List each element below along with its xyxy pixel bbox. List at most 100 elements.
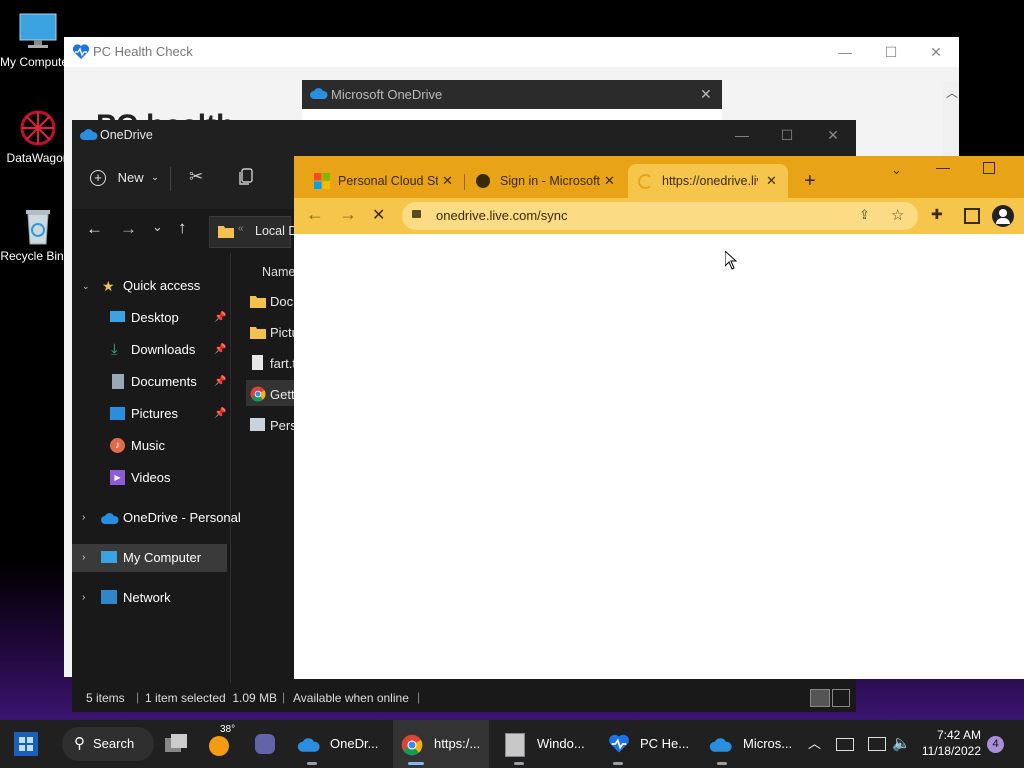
- nav-item-network[interactable]: › Network: [72, 584, 230, 612]
- pictures-icon: [110, 407, 125, 420]
- column-header-name[interactable]: Name: [262, 265, 295, 279]
- tab-sign-in-microsoft[interactable]: Sign in - Microsoft ✕: [470, 164, 622, 198]
- nav-item-downloads[interactable]: ⤓ Downloads 📌: [72, 336, 230, 364]
- chevron-up-icon[interactable]: ︿: [808, 720, 821, 768]
- url-text[interactable]: onedrive.live.com/sync: [436, 208, 568, 223]
- folder-icon: [250, 295, 266, 308]
- running-indicator: [307, 762, 317, 765]
- chevron-down-icon[interactable]: ⌄: [82, 272, 90, 300]
- maximize-button[interactable]: [983, 162, 995, 174]
- close-button[interactable]: ✕: [700, 86, 712, 103]
- close-button[interactable]: ✕: [913, 37, 959, 67]
- nav-label: Documents: [131, 374, 197, 389]
- search-box[interactable]: ⚲ Search: [62, 727, 154, 761]
- network-status-icon[interactable]: [868, 737, 886, 751]
- plus-icon: +: [90, 169, 106, 186]
- taskbar-app-chrome[interactable]: https:/...: [393, 720, 489, 768]
- taskbar-app-windows-installer[interactable]: Windo...: [499, 720, 595, 768]
- taskbar-app-label: PC He...: [640, 736, 690, 751]
- start-button[interactable]: [14, 732, 38, 756]
- maximize-button[interactable]: ☐: [764, 120, 810, 150]
- tab-personal-cloud-storage[interactable]: Personal Cloud Sto ✕: [308, 164, 460, 198]
- installer-icon: [505, 733, 525, 757]
- tab-title: https://onedrive.liv: [662, 174, 758, 188]
- nav-item-pictures[interactable]: Pictures 📌: [72, 400, 230, 428]
- side-panel-icon[interactable]: [964, 208, 980, 224]
- minimize-button[interactable]: —: [822, 37, 868, 67]
- close-tab-icon[interactable]: ✕: [442, 164, 453, 198]
- copy-icon[interactable]: [238, 168, 254, 186]
- separator: |: [136, 690, 140, 704]
- tab-title: Personal Cloud Sto: [338, 174, 438, 188]
- up-arrow-icon[interactable]: ↑: [178, 218, 187, 238]
- recent-locations-icon[interactable]: ⌄: [152, 219, 163, 235]
- task-view-button[interactable]: [165, 732, 189, 756]
- new-button[interactable]: + New ⌄: [90, 169, 159, 186]
- share-icon[interactable]: ⇪: [859, 207, 870, 223]
- chevron-right-icon[interactable]: ›: [82, 504, 85, 532]
- nav-item-music[interactable]: ♪ Music: [72, 432, 230, 460]
- pane-divider[interactable]: [230, 253, 231, 683]
- folder-icon: [250, 326, 266, 339]
- teams-chat-button[interactable]: [253, 732, 277, 756]
- globe-icon: [476, 174, 490, 188]
- maximize-button[interactable]: ☐: [868, 37, 914, 67]
- nav-item-my-computer[interactable]: › My Computer: [72, 544, 227, 572]
- minimize-button[interactable]: —: [936, 159, 950, 175]
- new-button-label: New: [117, 170, 144, 186]
- chevron-right-icon[interactable]: ›: [82, 584, 85, 612]
- forward-arrow-icon[interactable]: →: [120, 219, 137, 239]
- tab-onedrive-sync[interactable]: https://onedrive.liv ✕: [628, 164, 788, 198]
- stop-loading-button[interactable]: ✕: [372, 205, 385, 225]
- nav-item-videos[interactable]: ▶ Videos: [72, 464, 230, 492]
- notification-badge[interactable]: 4: [987, 736, 1004, 753]
- details-view-icon[interactable]: [810, 689, 830, 707]
- nav-item-documents[interactable]: Documents 📌: [72, 368, 230, 396]
- nav-item-desktop[interactable]: Desktop 📌: [72, 304, 230, 332]
- taskbar-app-onedrive-explorer[interactable]: OneDr...: [292, 720, 388, 768]
- nav-item-onedrive[interactable]: › OneDrive - Personal: [72, 504, 241, 532]
- tab-search-icon[interactable]: ⌄: [891, 162, 902, 178]
- weather-widget[interactable]: 38°: [207, 720, 241, 768]
- minimize-button[interactable]: —: [719, 120, 765, 150]
- close-tab-icon[interactable]: ✕: [766, 164, 777, 198]
- profile-avatar[interactable]: [992, 205, 1014, 227]
- nav-item-quick-access[interactable]: ⌄ ★ Quick access: [72, 272, 230, 300]
- pin-icon: 📌: [214, 312, 227, 323]
- microsoft-logo-icon: [314, 173, 330, 189]
- new-tab-button[interactable]: +: [804, 170, 816, 193]
- network-icon: [101, 590, 117, 604]
- forward-button[interactable]: →: [339, 204, 357, 225]
- nav-label: My Computer: [123, 550, 202, 565]
- volume-icon[interactable]: 🔈: [892, 720, 911, 768]
- chrome-window: Personal Cloud Sto ✕ Sign in - Microsoft…: [294, 156, 1024, 679]
- tiles-view-icon[interactable]: [832, 689, 850, 707]
- monitor-icon: [18, 12, 58, 52]
- taskbar-app-label: Windo...: [537, 736, 585, 751]
- back-arrow-icon[interactable]: ←: [86, 219, 103, 239]
- scroll-up-icon[interactable]: ︿: [946, 84, 958, 101]
- taskbar-app-pc-health-check[interactable]: PC He...: [604, 720, 700, 768]
- file-name[interactable]: fart.t: [270, 356, 296, 371]
- address-bar[interactable]: onedrive.live.com/sync ⇪ ☆: [402, 202, 918, 230]
- tab-strip: Personal Cloud Sto ✕ Sign in - Microsoft…: [294, 156, 1024, 198]
- back-button[interactable]: ←: [306, 204, 324, 225]
- desktop-icon: [110, 311, 125, 322]
- close-tab-icon[interactable]: ✕: [604, 164, 615, 198]
- mouse-cursor-icon: [725, 251, 737, 270]
- running-indicator: [717, 762, 727, 765]
- close-button[interactable]: ✕: [810, 120, 856, 150]
- running-indicator: [613, 762, 623, 765]
- taskbar-app-microsoft-onedrive[interactable]: Micros...: [706, 720, 802, 768]
- clock[interactable]: 7:42 AM 11/18/2022: [920, 720, 984, 768]
- keyboard-icon[interactable]: [836, 738, 854, 751]
- address-bar[interactable]: « Local D: [209, 216, 297, 248]
- loading-spinner-icon: [638, 174, 653, 189]
- cut-icon[interactable]: ✂: [189, 167, 203, 187]
- bookmark-star-icon[interactable]: ☆: [891, 206, 904, 224]
- text-file-icon: [252, 355, 263, 370]
- extensions-icon[interactable]: ✚: [931, 206, 943, 223]
- pc-health-icon: [606, 733, 632, 755]
- chevron-right-icon[interactable]: ›: [82, 544, 85, 572]
- documents-icon: [112, 374, 124, 389]
